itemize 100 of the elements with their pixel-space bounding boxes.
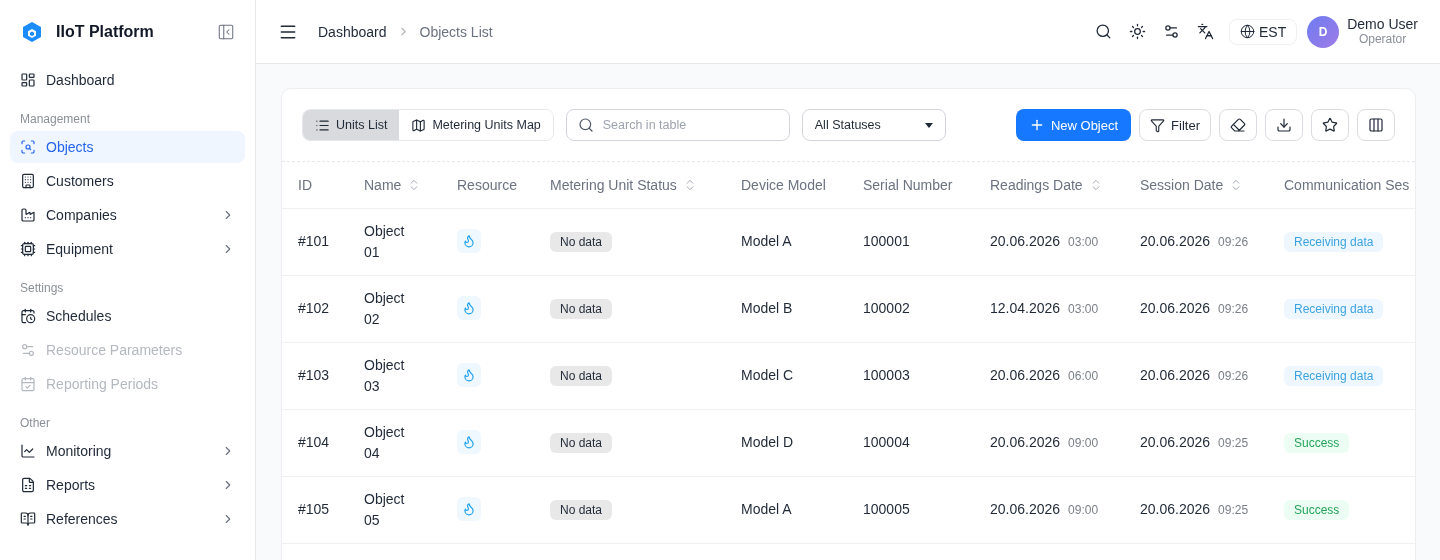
flame-icon [457,363,481,387]
search-icon [1095,23,1113,40]
communication-tag: Success [1284,500,1350,520]
nav-item[interactable]: Dashboard [10,64,245,96]
table-cell: 100004 [863,434,910,450]
user-name: Demo User [1347,17,1418,33]
flame-icon [457,296,481,320]
column-header: ID [298,176,312,193]
column-header: Metering Unit Status [550,176,677,193]
status-tag: No data [550,299,613,319]
time-text: 09:26 [1218,301,1249,316]
calendar-check-icon [20,376,36,392]
table-cell-text: Object 01 [364,221,406,262]
communication-tag: Receiving data [1284,366,1384,386]
sun-icon [1129,23,1147,40]
brand-name: IIoT Platform [56,23,155,41]
factory-icon [20,207,36,223]
star-icon [1322,117,1338,133]
table-cell-text: Object 02 [364,288,406,329]
time-text: 09:00 [1068,435,1099,450]
table-cell: #104 [298,434,330,450]
nav-item[interactable]: References [10,503,245,535]
table-cell-text: Object 05 [364,489,406,530]
flame-icon [457,229,481,253]
table-cell-text: Object 03 [364,355,406,396]
table-cell: Model A [741,501,792,517]
filter-button[interactable]: Filter [1139,109,1211,141]
breadcrumb-link[interactable]: Dashboard [318,23,387,40]
chip-icon [20,241,36,257]
column-header: Resource [457,176,517,193]
building-icon [20,173,36,189]
nav-item[interactable]: Customers [10,165,245,197]
book-icon [20,511,36,527]
communication-tag: Receiving data [1284,299,1384,319]
filter-icon [1150,117,1166,133]
communication-tag: Success [1284,433,1350,453]
columns-icon [1368,117,1384,133]
user-role: Operator [1358,32,1407,46]
sliders-icon [20,342,36,358]
download-button[interactable] [1265,109,1303,141]
time-text: 03:00 [1068,234,1099,249]
timezone-button[interactable]: EST [1228,18,1298,45]
new-object-button[interactable]: New Object [1015,109,1132,141]
map-icon [411,117,427,133]
columns-button[interactable] [1357,109,1395,141]
nav-item[interactable]: Reports [10,469,245,501]
status-tag: No data [550,232,613,252]
table-cell: 12.04.2026 [990,299,1061,316]
calendar-clock-icon [20,308,36,324]
column-header: Name [364,176,402,193]
table-cell: 20.06.2026 [1140,500,1211,517]
status-tag: No data [550,433,613,453]
status-tag: No data [550,500,613,520]
table-cell: #105 [298,501,330,517]
eraser-button[interactable] [1219,109,1257,141]
table-cell: Model A [741,233,792,249]
translate-icon [1197,23,1215,40]
logo-icon [20,20,44,44]
time-text: 03:00 [1068,301,1099,316]
column-header: Readings Date [990,176,1083,193]
table-cell: 100002 [863,300,910,316]
status-dropdown[interactable]: All Statuses [801,109,946,141]
table-cell: 20.06.2026 [990,433,1061,450]
nav-item[interactable]: Objects [10,131,245,163]
table-cell: 20.06.2026 [990,500,1061,517]
flame-icon [457,430,481,454]
column-header: Device Model [741,176,826,193]
column-header: Session Date [1140,176,1224,193]
communication-tag: Receiving data [1284,232,1384,252]
time-text: 09:25 [1218,502,1249,517]
nav-item[interactable]: Companies [10,199,245,231]
table-cell: Model B [741,300,793,316]
column-header: Serial Number [863,176,953,193]
table-cell: 20.06.2026 [1140,433,1211,450]
sidebar-collapse-icon[interactable] [217,23,235,41]
table-cell: 20.06.2026 [1140,232,1211,249]
scan-icon [20,139,36,155]
sliders-icon [1163,23,1181,40]
column-header: Communication Ses [1284,176,1410,193]
nav-item[interactable]: Schedules [10,300,245,332]
list-icon [315,117,330,133]
time-text: 09:00 [1068,502,1099,517]
favorite-button[interactable] [1311,109,1349,141]
nav-item[interactable]: Equipment [10,233,245,265]
table-cell: 20.06.2026 [1140,299,1211,316]
table-cell: #101 [298,233,330,249]
breadcrumb-link[interactable]: Objects List [419,23,493,40]
table-cell: 100003 [863,367,910,383]
table-cell: 20.06.2026 [990,232,1061,249]
spreadsheet-icon [20,477,36,493]
time-text: 09:26 [1218,234,1249,249]
view-tab[interactable]: Units List [303,110,400,140]
caret-icon [924,122,933,128]
time-text: 09:25 [1218,435,1249,450]
table-cell: Model D [741,434,794,450]
table-cell: 100005 [863,501,910,517]
table-cell-text: Object 04 [364,422,406,463]
nav-item[interactable]: Monitoring [10,435,245,467]
search-field[interactable]: Search in table [565,109,790,141]
time-text: 09:26 [1218,368,1249,383]
